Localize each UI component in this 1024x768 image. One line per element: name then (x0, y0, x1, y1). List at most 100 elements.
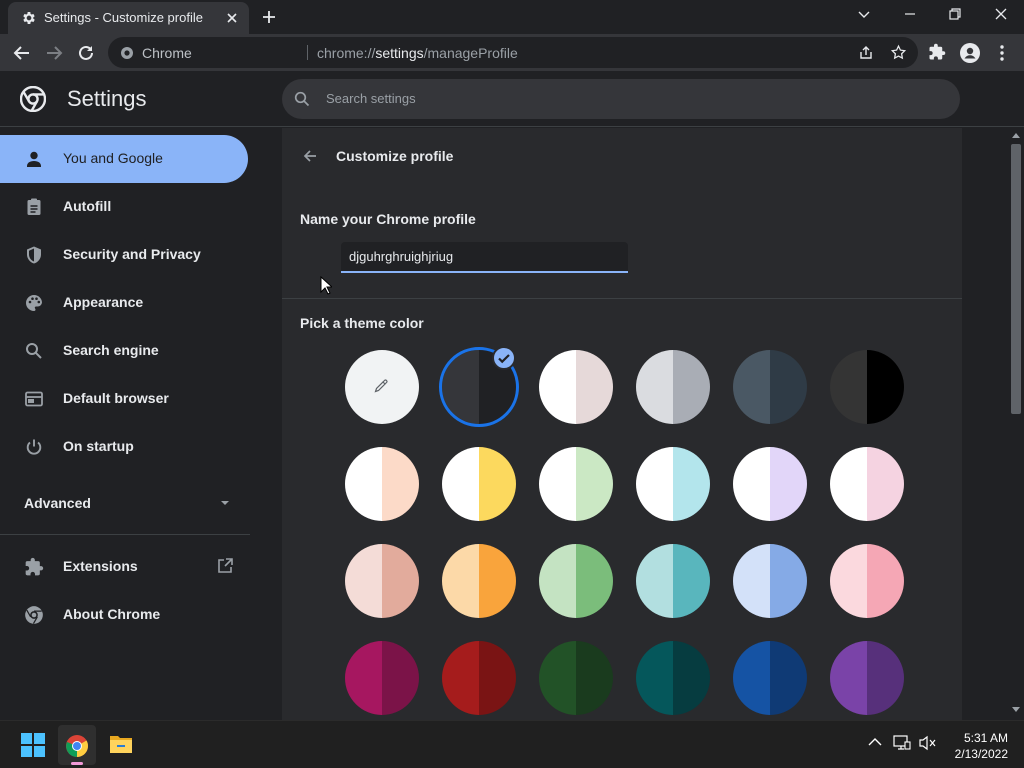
mouse-cursor-icon (320, 276, 332, 295)
customize-profile-card: Customize profile Name your Chrome profi… (282, 128, 962, 720)
sidebar-divider (0, 534, 250, 535)
swatch-left-half (539, 447, 576, 521)
search-icon (294, 91, 310, 107)
bookmark-star-icon[interactable] (890, 44, 907, 61)
swatch-right-half (770, 641, 807, 715)
sidebar-item-default-browser[interactable]: Default browser (0, 375, 248, 423)
sidebar-item-label: Appearance (63, 294, 144, 310)
theme-swatch-black[interactable] (830, 350, 904, 424)
theme-swatch-warm-grey[interactable] (539, 350, 613, 424)
theme-swatch-pink-light[interactable] (830, 447, 904, 521)
theme-swatch-pink[interactable] (830, 544, 904, 618)
tab-settings[interactable]: Settings - Customize profile (8, 2, 249, 34)
sidebar-item-security[interactable]: Security and Privacy (0, 231, 248, 279)
share-icon[interactable] (858, 45, 874, 61)
theme-swatch-green[interactable] (539, 544, 613, 618)
network-icon[interactable] (893, 735, 911, 751)
swatch-right-half (770, 350, 807, 424)
clock-date: 2/13/2022 (954, 747, 1008, 761)
extensions-puzzle-icon[interactable] (928, 43, 946, 61)
swatch-left-half (733, 641, 770, 715)
swatch-right-half (382, 544, 419, 618)
power-icon (24, 437, 44, 457)
swatch-right-half (867, 544, 904, 618)
close-window-icon[interactable] (993, 6, 1009, 22)
windows-start-icon[interactable] (21, 733, 45, 757)
sidebar-item-label: Security and Privacy (63, 246, 201, 262)
page-title: Settings (67, 86, 147, 111)
theme-swatch-yellow[interactable] (442, 447, 516, 521)
tray-chevron-up-icon[interactable] (868, 737, 882, 747)
menu-kebab-icon[interactable] (994, 43, 1010, 63)
swatch-right-half (479, 641, 516, 715)
tab-strip: Settings - Customize profile (0, 0, 1024, 34)
reload-icon[interactable] (76, 43, 96, 63)
theme-swatch-slate[interactable] (733, 350, 807, 424)
shield-icon (24, 245, 44, 265)
system-clock[interactable]: 5:31 AM 2/13/2022 (946, 730, 1008, 762)
sidebar-item-you-and-google[interactable]: You and Google (0, 135, 248, 183)
minimize-icon[interactable] (902, 6, 918, 22)
sidebar-item-label: Autofill (63, 198, 112, 214)
swatch-right-half (382, 447, 419, 521)
theme-swatch-lavender[interactable] (733, 447, 807, 521)
forward-icon[interactable] (44, 43, 64, 63)
sidebar-item-search-engine[interactable]: Search engine (0, 327, 248, 375)
file-explorer-icon[interactable] (109, 733, 133, 755)
tab-title: Settings - Customize profile (44, 10, 203, 25)
swatch-left-half (733, 350, 770, 424)
sidebar-item-label: On startup (63, 438, 134, 454)
back-arrow-icon[interactable] (300, 146, 320, 166)
swatch-left-half (442, 544, 479, 618)
close-tab-icon[interactable] (224, 10, 240, 26)
address-chip: Chrome (142, 45, 192, 61)
person-icon (24, 149, 44, 169)
theme-swatch-magenta[interactable] (345, 641, 419, 715)
section-divider (282, 298, 962, 299)
restore-icon[interactable] (947, 6, 963, 22)
new-tab-icon[interactable] (260, 8, 278, 26)
volume-muted-icon[interactable] (919, 735, 937, 751)
theme-swatch-green-light[interactable] (539, 447, 613, 521)
swatch-left-half (733, 544, 770, 618)
sidebar-item-extensions[interactable]: Extensions (0, 543, 248, 591)
theme-swatch-peach[interactable] (345, 447, 419, 521)
theme-swatch-cyan-light[interactable] (636, 447, 710, 521)
subpage-header: Customize profile (282, 128, 962, 184)
profile-name-input[interactable] (341, 242, 628, 273)
sidebar-item-about-chrome[interactable]: About Chrome (0, 591, 248, 639)
swatch-right-half (867, 350, 904, 424)
theme-swatch-grey[interactable] (636, 350, 710, 424)
swatch-right-half (576, 641, 613, 715)
address-bar[interactable]: Chrome chrome://settings/manageProfile (108, 37, 918, 68)
advanced-section-toggle[interactable]: Advanced (24, 495, 234, 515)
theme-swatch-forest[interactable] (539, 641, 613, 715)
theme-swatch-navy[interactable] (733, 641, 807, 715)
page-scrollbar[interactable] (1008, 128, 1024, 720)
swatch-right-half (867, 641, 904, 715)
theme-swatch-purple[interactable] (830, 641, 904, 715)
search-settings-field[interactable]: Search settings (282, 79, 960, 119)
scrollbar-thumb[interactable] (1011, 144, 1021, 414)
chrome-taskbar-icon[interactable] (65, 734, 89, 758)
back-icon[interactable] (12, 43, 32, 63)
profile-avatar-icon[interactable] (960, 43, 980, 63)
theme-section-label: Pick a theme color (300, 315, 424, 331)
name-section-label: Name your Chrome profile (300, 211, 476, 227)
theme-swatch-orange[interactable] (442, 544, 516, 618)
chrome-logo-icon (24, 605, 44, 625)
sidebar-item-autofill[interactable]: Autofill (0, 183, 248, 231)
sidebar-item-appearance[interactable]: Appearance (0, 279, 248, 327)
swatch-left-half (830, 544, 867, 618)
sidebar-item-on-startup[interactable]: On startup (0, 423, 248, 471)
clipboard-icon (24, 197, 44, 217)
theme-swatch-dark-teal[interactable] (636, 641, 710, 715)
sidebar-item-label: Search engine (63, 342, 159, 358)
swatch-left-half (830, 350, 867, 424)
theme-swatch-teal[interactable] (636, 544, 710, 618)
theme-swatch-red[interactable] (442, 641, 516, 715)
theme-swatch-rose[interactable] (345, 544, 419, 618)
swatch-right-half (576, 447, 613, 521)
theme-swatch-blue[interactable] (733, 544, 807, 618)
tab-search-chevron-icon[interactable] (856, 6, 872, 22)
